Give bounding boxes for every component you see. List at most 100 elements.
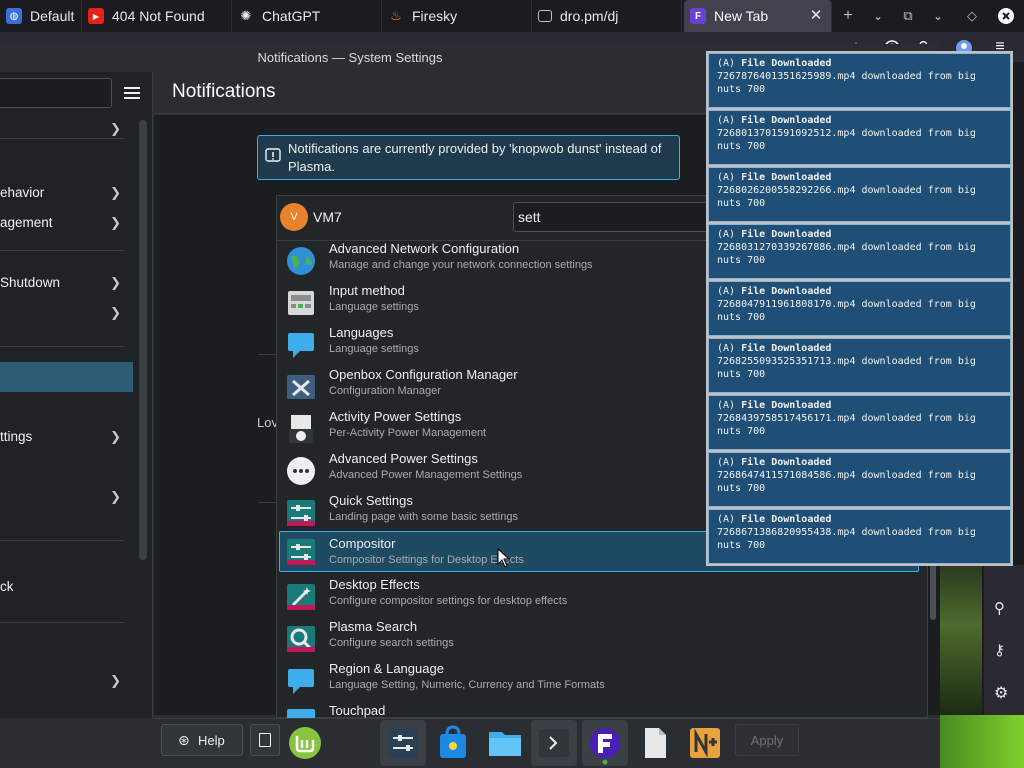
result-title: Languages xyxy=(329,325,394,340)
sidebar-item-settings[interactable]: ttings ❯ xyxy=(0,422,133,452)
notification-prefix: (A) xyxy=(717,115,742,126)
flame-icon: ♨ xyxy=(390,8,402,23)
notification[interactable]: (A) File Downloaded 7268026200558292266.… xyxy=(708,167,1011,222)
software-store-icon[interactable] xyxy=(430,720,476,766)
result-subtitle: Configuration Manager xyxy=(329,385,441,397)
hamburger-menu-icon[interactable] xyxy=(121,82,143,104)
partial-label: Lov xyxy=(257,415,278,430)
sidebar-item-management[interactable]: agement ❯ xyxy=(0,208,133,238)
sidebar-item-behavior[interactable]: ehavior ❯ xyxy=(0,178,133,208)
notification-body: 7268255093525351713.mp4 downloaded from … xyxy=(717,356,976,367)
chevron-right-icon: ❯ xyxy=(110,275,121,290)
tab-label: New Tab xyxy=(714,8,769,24)
result-subtitle: Configure search settings xyxy=(329,637,454,649)
notification-body: 7268647411571084586.mp4 downloaded from … xyxy=(717,470,976,481)
sidebar-item-5[interactable]: ❯ xyxy=(0,298,133,328)
sidebar-item-shutdown[interactable]: Shutdown ❯ xyxy=(0,268,133,298)
close-tab-icon[interactable]: ✕ xyxy=(807,7,825,25)
window-restore-icon[interactable]: ⧉ xyxy=(898,6,918,26)
result-title: Advanced Power Settings xyxy=(329,451,478,466)
app-plus-icon[interactable] xyxy=(682,720,728,766)
notification-body: 7268671386820955438.mp4 downloaded from … xyxy=(717,527,976,538)
result-subtitle: Language settings xyxy=(329,301,419,313)
result-subtitle: Configure compositor settings for deskto… xyxy=(329,595,568,607)
minimize-chevron-icon[interactable]: ⌄ xyxy=(928,6,948,26)
result-title: Advanced Network Configuration xyxy=(329,241,520,256)
gear-icon[interactable]: ⚙ xyxy=(994,683,1014,703)
search-input[interactable]: sett xyxy=(513,202,713,232)
notification-title: File Downloaded xyxy=(741,514,832,525)
user-avatar: V xyxy=(280,203,308,231)
chevron-right-icon: ❯ xyxy=(110,429,121,444)
notification[interactable]: (A) File Downloaded 7268647411571084586.… xyxy=(708,452,1011,507)
firefox-icon: F xyxy=(690,8,706,24)
defaults-button[interactable] xyxy=(250,724,280,756)
sidebar-scrollbar[interactable] xyxy=(139,120,147,560)
notification-body: 7268439758517456171.mp4 downloaded from … xyxy=(717,413,976,424)
sidebar-divider xyxy=(0,138,124,139)
notification[interactable]: (A) File Downloaded 7268013701591092512.… xyxy=(708,110,1011,165)
result-touchpad[interactable]: Touchpad xyxy=(279,702,919,718)
mouse-cursor-icon xyxy=(497,548,511,568)
tab-404[interactable]: ▶ 404 Not Found xyxy=(82,0,232,32)
notification[interactable]: (A) File Downloaded 7268255093525351713.… xyxy=(708,338,1011,393)
close-window-icon[interactable] xyxy=(996,6,1016,26)
tab-label: Firesky xyxy=(412,8,458,24)
notification[interactable]: (A) File Downloaded 7268047911961808170.… xyxy=(708,281,1011,336)
notification-body: nuts 700 xyxy=(717,141,766,152)
notification-title: File Downloaded xyxy=(741,286,832,297)
apply-button[interactable]: Apply xyxy=(735,724,799,756)
result-region-language[interactable]: Region & Language Language Setting, Nume… xyxy=(279,660,919,702)
touchpad-icon xyxy=(285,706,317,718)
tab-new-tab[interactable]: F New Tab ✕ xyxy=(684,0,832,32)
tab-dropm[interactable]: dro.pm/dj xyxy=(532,0,682,32)
sidebar-item-10[interactable]: ❯ xyxy=(0,666,133,696)
notification-prefix: (A) xyxy=(717,343,742,354)
result-subtitle: Language Setting, Numeric, Currency and … xyxy=(329,679,605,691)
window-title: Notifications — System Settings xyxy=(257,50,443,65)
notification-body: 7268026200558292266.mp4 downloaded from … xyxy=(717,185,976,196)
file-manager-icon[interactable] xyxy=(482,720,528,766)
notification-title: File Downloaded xyxy=(741,229,832,240)
notification[interactable]: (A) File Downloaded 7268031270339267886.… xyxy=(708,224,1011,279)
result-subtitle: Manage and change your network connectio… xyxy=(329,259,593,271)
notification-body: nuts 700 xyxy=(717,426,766,437)
sidebar-item-ck[interactable]: ck xyxy=(0,572,133,602)
result-desktop-effects[interactable]: Desktop Effects Configure compositor set… xyxy=(279,576,919,618)
tab-list-chevron-icon[interactable]: ⌄ xyxy=(868,6,888,26)
notification-prefix: (A) xyxy=(717,286,742,297)
sidebar-item-8[interactable]: ❯ xyxy=(0,482,133,512)
linux-mint-icon[interactable] xyxy=(282,720,328,766)
key-icon[interactable]: ⚷ xyxy=(994,641,1014,661)
new-tab-plus-icon[interactable]: + xyxy=(838,6,858,26)
sidebar-item-notifications[interactable] xyxy=(0,362,133,392)
diamond-icon[interactable]: ◇ xyxy=(962,6,982,26)
globe-icon xyxy=(285,245,317,277)
extension-icon[interactable]: ⚲ xyxy=(994,599,1014,619)
speech-bubble-icon xyxy=(285,665,317,697)
tools-icon xyxy=(285,371,317,403)
tab-default[interactable]: ◍ Default xyxy=(0,0,82,32)
result-plasma-search[interactable]: Plasma Search Configure search settings xyxy=(279,618,919,660)
notification-title: File Downloaded xyxy=(741,115,832,126)
notification[interactable]: (A) File Downloaded 7268439758517456171.… xyxy=(708,395,1011,450)
sidebar-search-input[interactable] xyxy=(0,78,112,108)
result-title: Compositor xyxy=(329,536,396,551)
notification-body: 7267876401351625989.mp4 downloaded from … xyxy=(717,71,976,82)
info-banner-text: Notifications are currently provided by … xyxy=(288,141,662,174)
terminal-icon[interactable] xyxy=(531,720,577,766)
help-button[interactable]: ⊛ Help xyxy=(161,724,243,756)
results-scrollbar[interactable] xyxy=(930,560,936,620)
tab-chatgpt[interactable]: ✺ ChatGPT xyxy=(232,0,382,32)
notification-title: File Downloaded xyxy=(741,457,832,468)
sidebar-divider xyxy=(0,346,124,347)
sidebar-item-1[interactable]: ❯ xyxy=(0,114,133,144)
notification[interactable]: (A) File Downloaded 7267876401351625989.… xyxy=(708,53,1011,108)
tab-label: ChatGPT xyxy=(262,8,321,24)
notification[interactable]: (A) File Downloaded 7268671386820955438.… xyxy=(708,509,1011,564)
sliders-icon xyxy=(285,497,317,529)
firefox-dock-icon[interactable] xyxy=(582,720,628,766)
tab-firesky[interactable]: ♨ Firesky xyxy=(382,0,532,32)
settings-sliders-icon[interactable] xyxy=(380,720,426,766)
text-file-icon[interactable] xyxy=(632,720,678,766)
